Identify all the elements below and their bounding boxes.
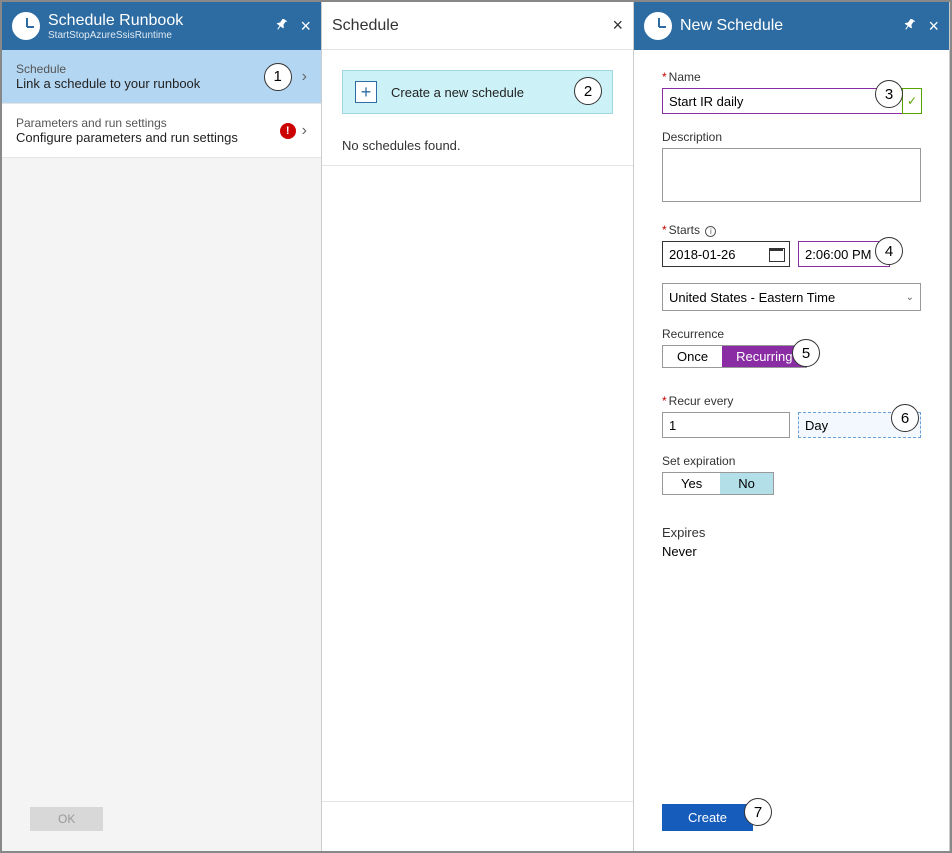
panel3-title: New Schedule	[680, 17, 783, 35]
schedule-runbook-panel: Schedule Runbook StartStopAzureSsisRunti…	[2, 2, 322, 851]
schedule-panel: Schedule × + Create a new schedule 2 No …	[322, 2, 634, 851]
recur-number-input[interactable]	[662, 412, 790, 438]
nav-parameters[interactable]: Parameters and run settings Configure pa…	[2, 104, 321, 158]
recurrence-label: Recurrence	[662, 327, 921, 341]
info-icon[interactable]: i	[705, 226, 716, 237]
ok-button[interactable]: OK	[30, 807, 103, 831]
close-icon[interactable]: ×	[612, 15, 623, 36]
name-group: *Name ✓ 3	[662, 70, 921, 114]
plus-icon: +	[355, 81, 377, 103]
error-icon: !	[280, 123, 296, 139]
close-icon[interactable]: ×	[928, 16, 939, 37]
set-expiration-group: Set expiration Yes No	[662, 454, 921, 495]
clock-icon	[644, 12, 672, 40]
panel2-footer	[322, 801, 633, 851]
panel1-header: Schedule Runbook StartStopAzureSsisRunti…	[2, 2, 321, 50]
pin-icon[interactable]	[904, 18, 916, 34]
callout-7: 7	[744, 798, 772, 826]
callout-6: 6	[891, 404, 919, 432]
calendar-icon	[769, 246, 785, 262]
expires-label: Expires	[662, 525, 921, 540]
callout-2: 2	[574, 77, 602, 105]
panel3-footer: Create 7	[634, 794, 949, 851]
set-expiration-label: Set expiration	[662, 454, 921, 468]
panel3-body: *Name ✓ 3 Description *Starts i 2018-01-…	[634, 50, 949, 794]
description-input[interactable]	[662, 148, 921, 202]
panel1-title: Schedule Runbook	[48, 12, 183, 30]
panel2-header: Schedule ×	[322, 2, 633, 50]
chevron-down-icon: ⌄	[906, 292, 914, 303]
create-schedule-button[interactable]: + Create a new schedule 2	[342, 70, 613, 114]
create-button[interactable]: Create	[662, 804, 753, 831]
starts-group: *Starts i 2018-01-26 2:06:00 PM 4	[662, 223, 921, 267]
panel1-footer: OK	[2, 797, 321, 851]
callout-4: 4	[875, 237, 903, 265]
expiration-toggle: Yes No	[662, 472, 774, 495]
close-icon[interactable]: ×	[300, 16, 311, 37]
clock-icon	[12, 12, 40, 40]
nav-label: Parameters and run settings	[16, 116, 280, 130]
description-label: Description	[662, 130, 921, 144]
recurrence-toggle: Once Recurring	[662, 345, 807, 368]
timezone-group: United States - Eastern Time ⌄	[662, 283, 921, 311]
check-icon: ✓	[902, 88, 922, 114]
recur-every-label: *Recur every	[662, 394, 921, 408]
callout-3: 3	[875, 80, 903, 108]
panel3-header: New Schedule ×	[634, 2, 949, 50]
new-schedule-panel: New Schedule × *Name ✓ 3 Description *St…	[634, 2, 950, 851]
yes-button[interactable]: Yes	[663, 473, 720, 494]
nav-label: Schedule	[16, 62, 264, 76]
expires-value: Never	[662, 544, 921, 559]
description-group: Description	[662, 130, 921, 207]
chevron-right-icon: ›	[302, 122, 307, 140]
panel2-title: Schedule	[332, 17, 399, 35]
once-button[interactable]: Once	[663, 346, 722, 367]
no-button[interactable]: No	[720, 473, 773, 494]
expires-group: Expires Never	[662, 525, 921, 559]
recurrence-group: Recurrence Once Recurring 5	[662, 327, 921, 368]
starts-label: *Starts i	[662, 223, 921, 237]
nav-schedule[interactable]: Schedule Link a schedule to your runbook…	[2, 50, 321, 104]
panel1-subtitle: StartStopAzureSsisRuntime	[48, 30, 183, 41]
start-date-input[interactable]: 2018-01-26	[662, 241, 790, 267]
create-label: Create a new schedule	[391, 85, 524, 100]
callout-1: 1	[264, 63, 292, 91]
empty-message: No schedules found.	[322, 134, 633, 166]
chevron-right-icon: ›	[302, 68, 307, 86]
panel2-body: + Create a new schedule 2 No schedules f…	[322, 50, 633, 801]
pin-icon[interactable]	[276, 18, 288, 34]
panel1-body: Schedule Link a schedule to your runbook…	[2, 50, 321, 797]
callout-5: 5	[792, 339, 820, 367]
timezone-select[interactable]: United States - Eastern Time ⌄	[662, 283, 921, 311]
nav-title: Link a schedule to your runbook	[16, 76, 264, 91]
nav-title: Configure parameters and run settings	[16, 130, 280, 145]
recur-every-group: *Recur every Day ⌄ 6	[662, 394, 921, 438]
